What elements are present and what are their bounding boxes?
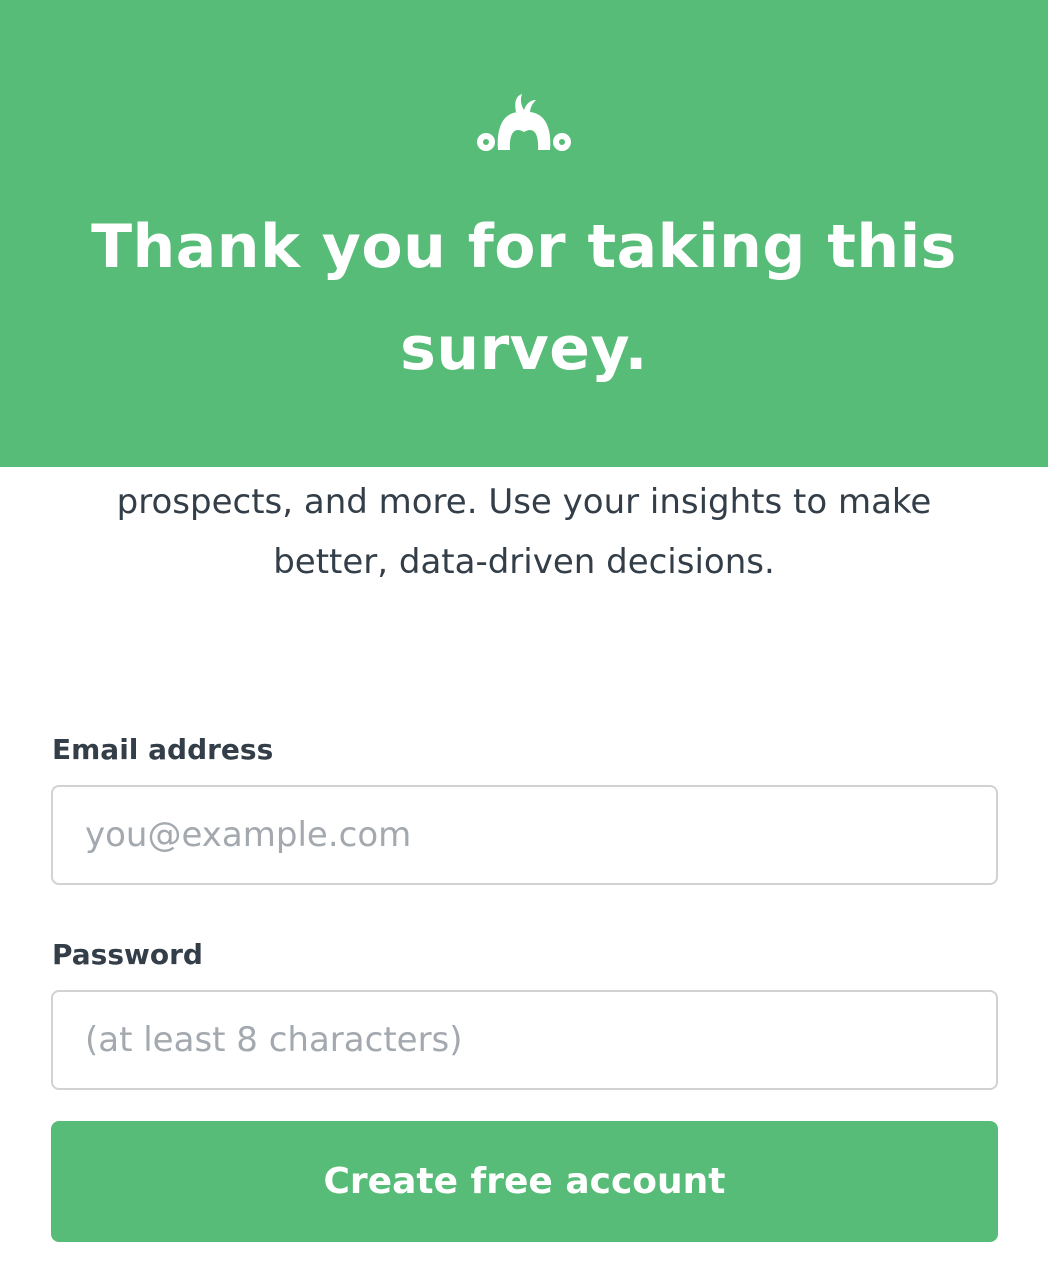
- password-label: Password: [52, 938, 203, 971]
- survey-thank-you-page: Thank you for taking this survey. prospe…: [0, 0, 1048, 1280]
- hero-banner: Thank you for taking this survey.: [0, 0, 1048, 467]
- create-account-button[interactable]: Create free account: [51, 1121, 998, 1242]
- intro-text: prospects, and more. Use your insights t…: [116, 482, 932, 582]
- surveymonkey-logo-icon: [477, 94, 571, 151]
- email-field[interactable]: [51, 785, 998, 885]
- password-field[interactable]: [51, 990, 998, 1090]
- page-title: Thank you for taking this survey.: [91, 212, 957, 384]
- email-label: Email address: [52, 733, 274, 766]
